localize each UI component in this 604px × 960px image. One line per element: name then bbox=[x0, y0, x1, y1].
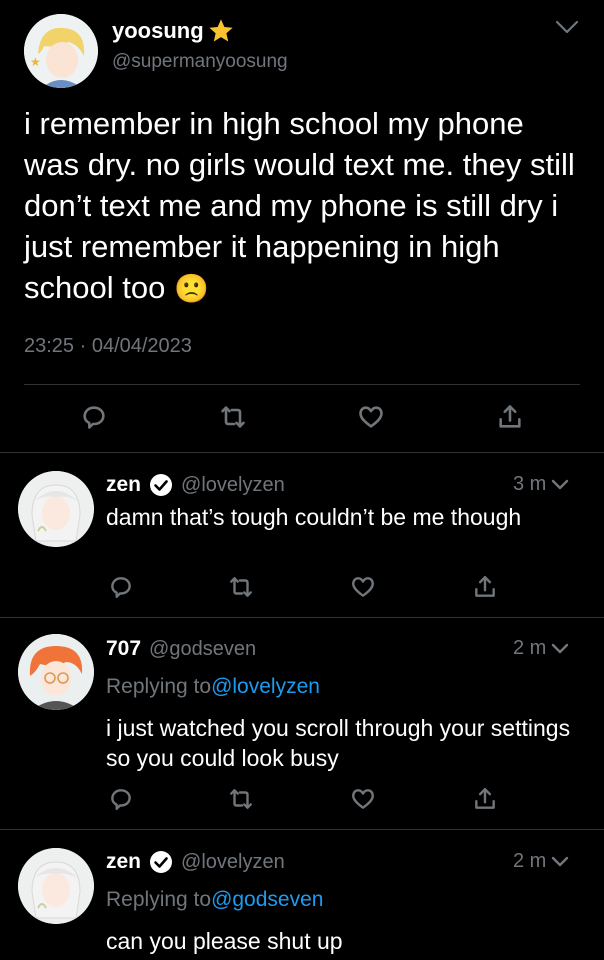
reply-author-handle[interactable]: @lovelyzen bbox=[181, 474, 285, 497]
reply-author-handle[interactable]: @godseven bbox=[149, 638, 256, 661]
author-name[interactable]: yoosung bbox=[112, 18, 204, 44]
retweet-icon[interactable] bbox=[218, 402, 248, 432]
retweet-icon[interactable] bbox=[226, 784, 256, 814]
divider bbox=[0, 829, 604, 830]
chevron-down-icon[interactable] bbox=[550, 641, 570, 657]
reply-author-name[interactable]: zen bbox=[106, 850, 141, 874]
reply-text: can you please shut up bbox=[106, 928, 343, 954]
share-icon[interactable] bbox=[470, 784, 500, 814]
replying-to-handle[interactable]: @godseven bbox=[211, 888, 323, 911]
verified-icon bbox=[150, 851, 173, 873]
avatar[interactable]: ★ bbox=[24, 14, 98, 88]
divider bbox=[24, 384, 580, 385]
replying-to-label: Replying to bbox=[106, 888, 212, 911]
reply-author-handle[interactable]: @lovelyzen bbox=[181, 851, 285, 874]
reply-text: i just watched you scroll through your s… bbox=[106, 715, 571, 771]
avatar[interactable] bbox=[18, 471, 94, 547]
like-icon[interactable] bbox=[348, 572, 378, 602]
svg-text:★: ★ bbox=[30, 55, 41, 69]
reply-icon[interactable] bbox=[106, 784, 136, 814]
divider bbox=[0, 617, 604, 618]
reply-author-name[interactable]: zen bbox=[106, 473, 141, 497]
tweet-body: i remember in high school my phone was d… bbox=[24, 106, 575, 305]
like-icon[interactable] bbox=[356, 402, 386, 432]
reply-time: 2 m bbox=[513, 637, 547, 659]
reply-author-name[interactable]: 707 bbox=[106, 637, 141, 661]
tweet-text: i remember in high school my phone was d… bbox=[24, 103, 584, 309]
share-icon[interactable] bbox=[470, 572, 500, 602]
verified-icon bbox=[150, 474, 173, 496]
like-icon[interactable] bbox=[348, 784, 378, 814]
reply-time: 3 m bbox=[513, 473, 547, 495]
share-icon[interactable] bbox=[495, 402, 525, 432]
avatar[interactable] bbox=[18, 634, 94, 710]
chevron-down-icon[interactable] bbox=[550, 854, 570, 870]
frowning-face-icon: 🙁 bbox=[173, 273, 209, 304]
replying-to-label: Replying to bbox=[106, 675, 212, 698]
reply-text: damn that’s tough couldn’t be me though bbox=[106, 504, 522, 530]
tweet-timestamp: 23:25 · 04/04/2023 bbox=[24, 335, 192, 357]
avatar[interactable] bbox=[18, 848, 94, 924]
reply-time: 2 m bbox=[513, 850, 547, 872]
chevron-down-icon[interactable] bbox=[550, 477, 570, 493]
chevron-down-icon[interactable] bbox=[552, 12, 582, 42]
replying-to-handle[interactable]: @lovelyzen bbox=[211, 675, 320, 698]
reply-icon[interactable] bbox=[106, 572, 136, 602]
author-handle[interactable]: @supermanyoosung bbox=[112, 51, 288, 73]
star-icon bbox=[209, 19, 233, 42]
retweet-icon[interactable] bbox=[226, 572, 256, 602]
divider bbox=[0, 452, 604, 453]
reply-icon[interactable] bbox=[79, 402, 109, 432]
